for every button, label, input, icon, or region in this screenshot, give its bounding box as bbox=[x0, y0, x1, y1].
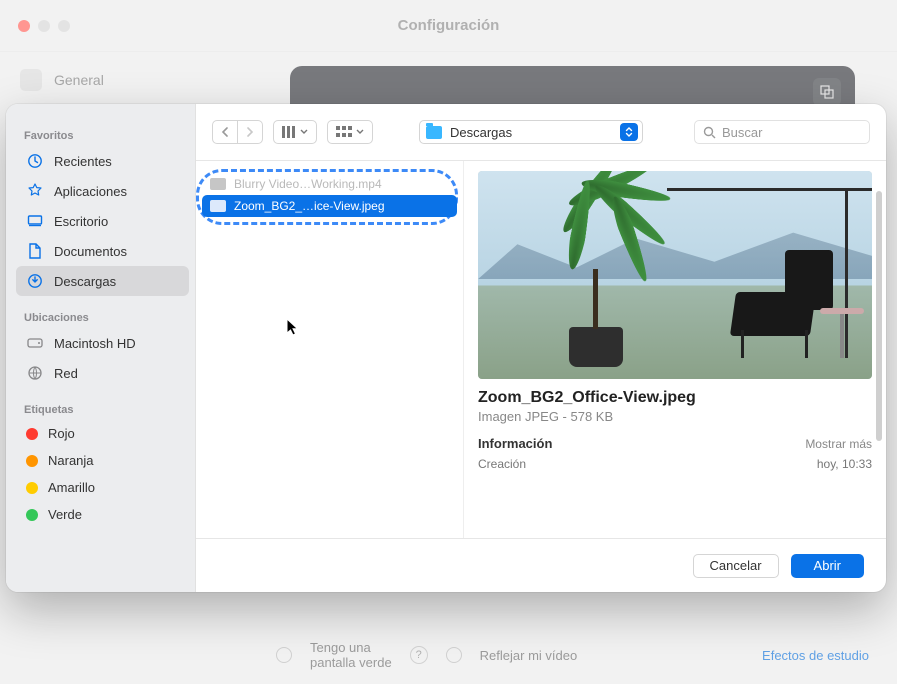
open-button[interactable]: Abrir bbox=[791, 554, 864, 578]
open-label: Abrir bbox=[814, 558, 841, 573]
image-thumb-icon bbox=[210, 200, 226, 212]
view-mode-dropdown[interactable] bbox=[273, 120, 317, 144]
sidebar-tag-rojo[interactable]: Rojo bbox=[16, 420, 189, 447]
sidebar-item-applications[interactable]: Aplicaciones bbox=[16, 176, 189, 206]
sidebar-section-tags: Etiquetas bbox=[16, 398, 189, 420]
chevron-updown-icon bbox=[620, 123, 638, 141]
preview-info-heading: Información bbox=[478, 436, 552, 451]
sidebar-tag-amarillo[interactable]: Amarillo bbox=[16, 474, 189, 501]
preview-image bbox=[478, 171, 872, 379]
sidebar-item-label: Verde bbox=[48, 507, 82, 522]
preview-meta-value: hoy, 10:33 bbox=[817, 457, 872, 471]
tag-dot-icon bbox=[26, 482, 38, 494]
picker-toolbar: Descargas Buscar bbox=[196, 104, 886, 160]
file-name: Blurry Video…Working.mp4 bbox=[234, 177, 382, 191]
show-more-button[interactable]: Mostrar más bbox=[805, 437, 872, 451]
desktop-icon bbox=[26, 212, 44, 230]
network-icon bbox=[26, 364, 44, 382]
clock-icon bbox=[26, 152, 44, 170]
search-input[interactable]: Buscar bbox=[694, 120, 870, 144]
document-icon bbox=[26, 242, 44, 260]
file-open-dialog: Favoritos Recientes Aplicaciones Escrito… bbox=[6, 104, 886, 592]
sidebar-item-label: Red bbox=[54, 366, 78, 381]
sidebar-item-label: Aplicaciones bbox=[54, 184, 127, 199]
hdd-icon bbox=[26, 334, 44, 352]
sidebar-item-label: Rojo bbox=[48, 426, 75, 441]
sidebar-item-network[interactable]: Red bbox=[16, 358, 189, 388]
nav-back-forward bbox=[212, 120, 263, 144]
sidebar-tag-verde[interactable]: Verde bbox=[16, 501, 189, 528]
tag-dot-icon bbox=[26, 509, 38, 521]
preview-filename: Zoom_BG2_Office-View.jpeg bbox=[478, 389, 872, 407]
location-popup[interactable]: Descargas bbox=[419, 120, 643, 144]
sidebar-item-label: Escritorio bbox=[54, 214, 108, 229]
preview-pane: Zoom_BG2_Office-View.jpeg Imagen JPEG - … bbox=[464, 161, 886, 538]
sidebar-item-downloads[interactable]: Descargas bbox=[16, 266, 189, 296]
file-row[interactable]: Zoom_BG2_…ice-View.jpeg bbox=[202, 195, 457, 217]
sidebar-section-locations: Ubicaciones bbox=[16, 306, 189, 328]
tag-dot-icon bbox=[26, 428, 38, 440]
finder-sidebar: Favoritos Recientes Aplicaciones Escrito… bbox=[6, 104, 196, 592]
forward-button[interactable] bbox=[238, 120, 263, 144]
sidebar-section-favorites: Favoritos bbox=[16, 124, 189, 146]
sidebar-item-documents[interactable]: Documentos bbox=[16, 236, 189, 266]
folder-icon bbox=[426, 126, 442, 139]
sidebar-item-label: Macintosh HD bbox=[54, 336, 136, 351]
file-name: Zoom_BG2_…ice-View.jpeg bbox=[234, 199, 385, 213]
dialog-footer: Cancelar Abrir bbox=[196, 538, 886, 592]
cancel-button[interactable]: Cancelar bbox=[693, 554, 779, 578]
sidebar-item-label: Descargas bbox=[54, 274, 116, 289]
download-icon bbox=[26, 272, 44, 290]
file-list[interactable]: Blurry Video…Working.mp4 Zoom_BG2_…ice-V… bbox=[196, 161, 464, 538]
sidebar-tag-naranja[interactable]: Naranja bbox=[16, 447, 189, 474]
preview-meta-key: Creación bbox=[478, 457, 526, 471]
sidebar-item-label: Amarillo bbox=[48, 480, 95, 495]
cancel-label: Cancelar bbox=[710, 558, 762, 573]
sidebar-item-recents[interactable]: Recientes bbox=[16, 146, 189, 176]
sidebar-item-macintosh-hd[interactable]: Macintosh HD bbox=[16, 328, 189, 358]
preview-kind: Imagen JPEG - 578 KB bbox=[478, 409, 872, 424]
group-by-dropdown[interactable] bbox=[327, 120, 373, 144]
search-icon bbox=[703, 126, 716, 139]
sidebar-item-label: Recientes bbox=[54, 154, 112, 169]
sidebar-item-desktop[interactable]: Escritorio bbox=[16, 206, 189, 236]
back-button[interactable] bbox=[212, 120, 238, 144]
sidebar-item-label: Naranja bbox=[48, 453, 94, 468]
video-thumb-icon bbox=[210, 178, 226, 190]
search-placeholder: Buscar bbox=[722, 125, 762, 140]
location-label: Descargas bbox=[450, 125, 512, 140]
sidebar-item-label: Documentos bbox=[54, 244, 127, 259]
scrollbar[interactable] bbox=[876, 191, 882, 441]
apps-icon bbox=[26, 182, 44, 200]
file-row[interactable]: Blurry Video…Working.mp4 bbox=[202, 173, 457, 195]
tag-dot-icon bbox=[26, 455, 38, 467]
